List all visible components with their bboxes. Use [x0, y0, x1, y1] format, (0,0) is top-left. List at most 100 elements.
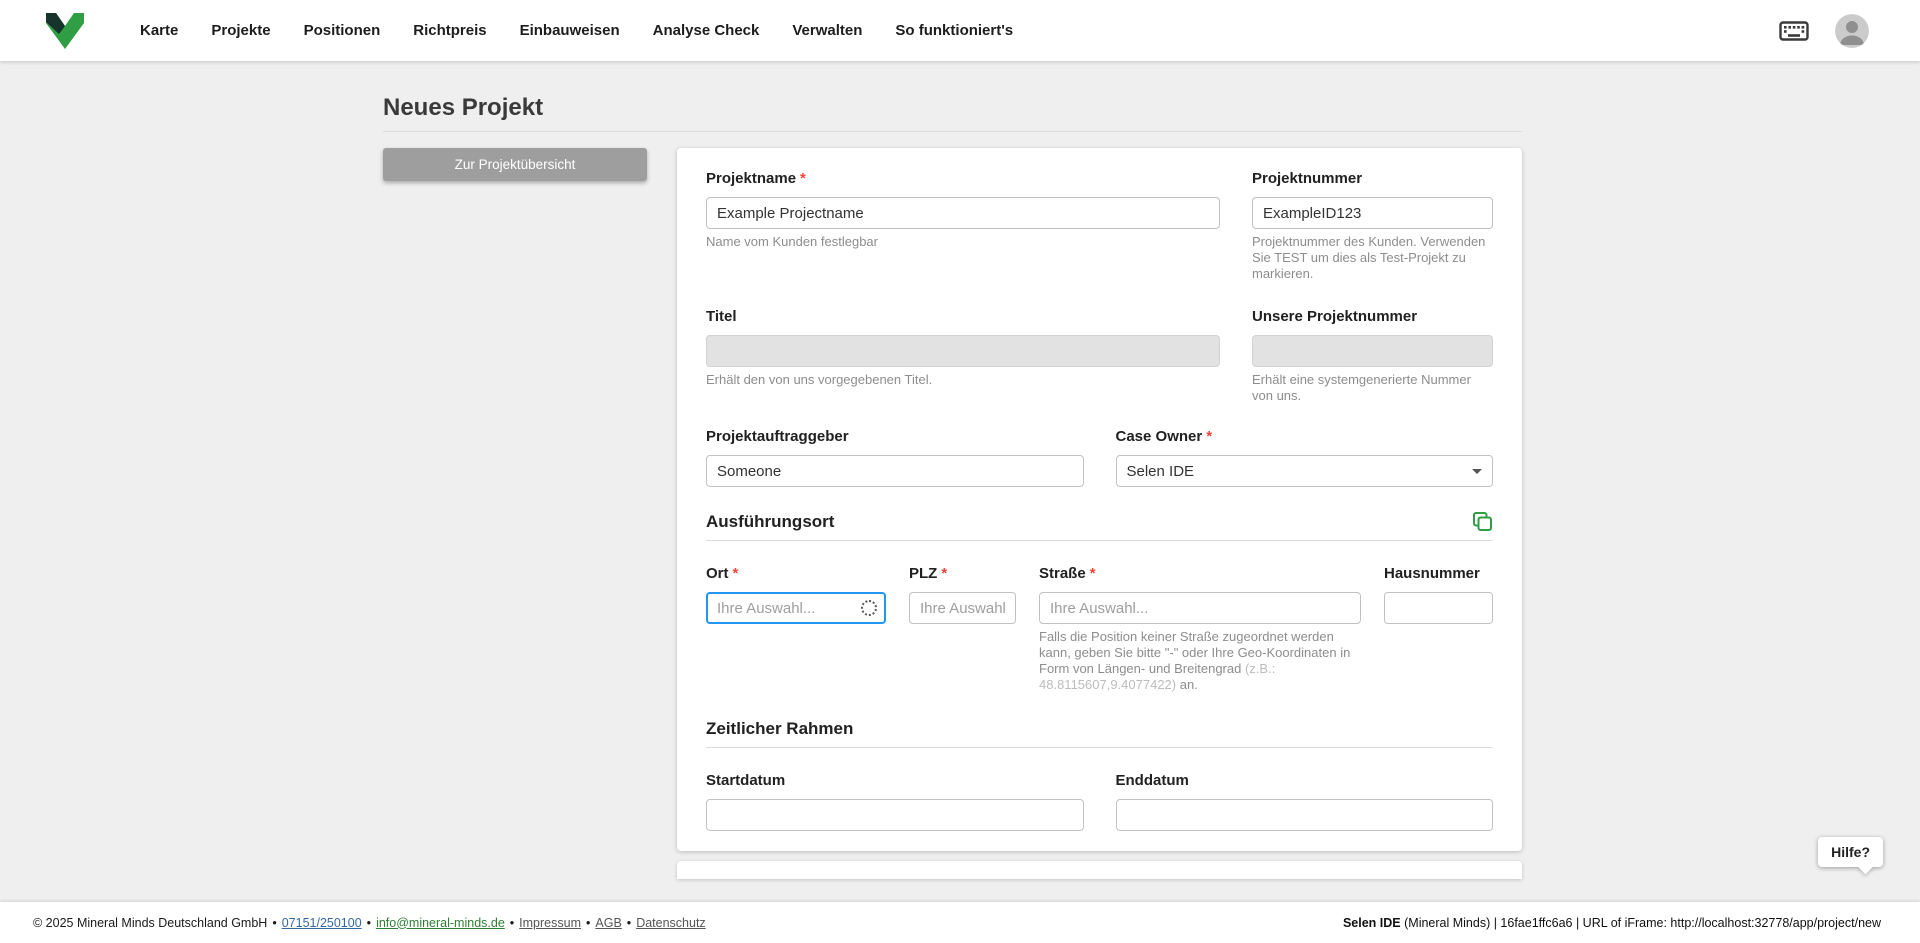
required-asterisk: *	[1090, 565, 1096, 582]
projektauftraggeber-input[interactable]	[706, 455, 1084, 487]
titel-helper: Erhält den von uns vorgegebenen Titel.	[706, 372, 1220, 388]
form-row-dates: Startdatum Enddatum	[706, 772, 1493, 831]
projektname-helper: Name vom Kunden festlegbar	[706, 234, 1220, 250]
main-area: Neues Projekt Zur Projektübersicht Proje…	[0, 61, 1920, 902]
required-asterisk: *	[941, 565, 947, 582]
hausnummer-label: Hausnummer	[1384, 565, 1493, 582]
session-user: Selen IDE	[1343, 916, 1401, 930]
field-projektnummer: Projektnummer Projektnummer des Kunden. …	[1252, 170, 1493, 282]
ort-input[interactable]	[706, 592, 886, 624]
field-hausnummer: Hausnummer	[1384, 565, 1493, 693]
loading-spinner-icon	[861, 600, 877, 616]
strasse-label: Straße*	[1039, 565, 1361, 582]
projektname-label: Projektname*	[706, 170, 1220, 187]
plz-label: PLZ*	[909, 565, 1016, 582]
footer: © 2025 Mineral Minds Deutschland GmbH • …	[0, 902, 1920, 943]
plz-label-text: PLZ	[909, 565, 937, 582]
nav-item-einbauweisen[interactable]: Einbauweisen	[520, 22, 620, 39]
keyboard-icon[interactable]	[1779, 19, 1809, 43]
case-owner-selected-value: Selen IDE	[1127, 463, 1195, 480]
field-strasse: Straße* Falls die Position keiner Straße…	[1039, 565, 1361, 693]
new-project-form-card: Projektname* Name vom Kunden festlegbar …	[677, 148, 1522, 851]
footer-separator: •	[627, 916, 631, 930]
strasse-helper: Falls die Position keiner Straße zugeord…	[1039, 629, 1361, 693]
form-row-address: Ort* PLZ* Straße* Falls die Position k	[706, 565, 1493, 693]
projektauftraggeber-label: Projektauftraggeber	[706, 428, 1084, 445]
plz-input[interactable]	[909, 592, 1016, 624]
case-owner-select[interactable]: Selen IDE	[1116, 455, 1494, 487]
strasse-helper-suffix: an.	[1176, 677, 1198, 692]
page-title: Neues Projekt	[383, 94, 1522, 132]
titel-label: Titel	[706, 308, 1220, 325]
required-asterisk: *	[733, 565, 739, 582]
required-asterisk: *	[1206, 428, 1212, 445]
footer-left: © 2025 Mineral Minds Deutschland GmbH • …	[33, 916, 706, 930]
titel-input	[706, 335, 1220, 367]
case-owner-label-text: Case Owner	[1116, 428, 1203, 445]
nav-item-positionen[interactable]: Positionen	[304, 22, 381, 39]
next-card-partial	[677, 861, 1522, 879]
startdatum-input[interactable]	[706, 799, 1084, 831]
brand-logo[interactable]	[44, 11, 86, 51]
nav-item-analyse-check[interactable]: Analyse Check	[653, 22, 760, 39]
session-details: (Mineral Minds) | 16fae1ffc6a6 | URL of …	[1401, 916, 1881, 930]
nav-right-actions	[1779, 14, 1869, 48]
nav-item-verwalten[interactable]: Verwalten	[792, 22, 862, 39]
content-row: Zur Projektübersicht Projektname* Name v…	[383, 148, 1522, 851]
mineral-minds-logo-icon	[44, 11, 86, 51]
footer-session-info: Selen IDE (Mineral Minds) | 16fae1ffc6a6…	[1343, 916, 1881, 930]
projektnummer-input[interactable]	[1252, 197, 1493, 229]
ort-label-text: Ort	[706, 565, 729, 582]
ort-label: Ort*	[706, 565, 886, 582]
strasse-label-text: Straße	[1039, 565, 1086, 582]
copyright-text: © 2025 Mineral Minds Deutschland GmbH	[33, 916, 267, 930]
startdatum-label: Startdatum	[706, 772, 1084, 789]
projektname-label-text: Projektname	[706, 170, 796, 187]
form-row-name-number: Projektname* Name vom Kunden festlegbar …	[706, 170, 1493, 282]
nav-item-projekte[interactable]: Projekte	[211, 22, 270, 39]
field-startdatum: Startdatum	[706, 772, 1084, 831]
footer-datenschutz-link[interactable]: Datenschutz	[636, 916, 705, 930]
chevron-down-icon	[1472, 469, 1482, 474]
projektname-input[interactable]	[706, 197, 1220, 229]
footer-separator: •	[272, 916, 276, 930]
nav-item-karte[interactable]: Karte	[140, 22, 178, 39]
strasse-input[interactable]	[1039, 592, 1361, 624]
required-asterisk: *	[800, 170, 806, 187]
section-zeitlicher-rahmen: Zeitlicher Rahmen	[706, 719, 1493, 748]
ausfuehrungsort-heading: Ausführungsort	[706, 512, 834, 532]
form-row-titel-unserenummer: Titel Erhält den von uns vorgegebenen Ti…	[706, 308, 1493, 404]
nav-item-so-funktionierts[interactable]: So funktioniert's	[895, 22, 1013, 39]
field-unsere-projektnummer: Unsere Projektnummer Erhält eine systemg…	[1252, 308, 1493, 404]
enddatum-label: Enddatum	[1116, 772, 1494, 789]
footer-agb-link[interactable]: AGB	[595, 916, 621, 930]
field-projektname: Projektname* Name vom Kunden festlegbar	[706, 170, 1220, 282]
ort-input-wrap	[706, 592, 886, 624]
back-to-project-overview-button[interactable]: Zur Projektübersicht	[383, 148, 647, 181]
projektnummer-label: Projektnummer	[1252, 170, 1493, 187]
field-enddatum: Enddatum	[1116, 772, 1494, 831]
footer-email-link[interactable]: info@mineral-minds.de	[376, 916, 505, 930]
nav-item-richtpreis[interactable]: Richtpreis	[413, 22, 486, 39]
case-owner-label: Case Owner*	[1116, 428, 1494, 445]
copy-icon[interactable]	[1472, 511, 1493, 532]
footer-separator: •	[510, 916, 514, 930]
zeitlicher-rahmen-heading: Zeitlicher Rahmen	[706, 719, 853, 739]
footer-separator: •	[586, 916, 590, 930]
form-row-auftraggeber-owner: Projektauftraggeber Case Owner* Selen ID…	[706, 428, 1493, 487]
unsere-projektnummer-input	[1252, 335, 1493, 367]
hausnummer-input[interactable]	[1384, 592, 1493, 624]
main-menu: Karte Projekte Positionen Richtpreis Ein…	[140, 22, 1013, 39]
top-navigation: Karte Projekte Positionen Richtpreis Ein…	[0, 0, 1920, 61]
section-ausfuehrungsort: Ausführungsort	[706, 511, 1493, 541]
footer-separator: •	[367, 916, 371, 930]
help-button[interactable]: Hilfe?	[1818, 837, 1883, 867]
projektnummer-helper: Projektnummer des Kunden. Verwenden Sie …	[1252, 234, 1493, 282]
strasse-helper-main: Falls die Position keiner Straße zugeord…	[1039, 629, 1350, 676]
footer-impressum-link[interactable]: Impressum	[519, 916, 581, 930]
user-avatar[interactable]	[1835, 14, 1869, 48]
footer-phone-link[interactable]: 07151/250100	[282, 916, 362, 930]
field-ort: Ort*	[706, 565, 886, 693]
field-titel: Titel Erhält den von uns vorgegebenen Ti…	[706, 308, 1220, 404]
enddatum-input[interactable]	[1116, 799, 1494, 831]
